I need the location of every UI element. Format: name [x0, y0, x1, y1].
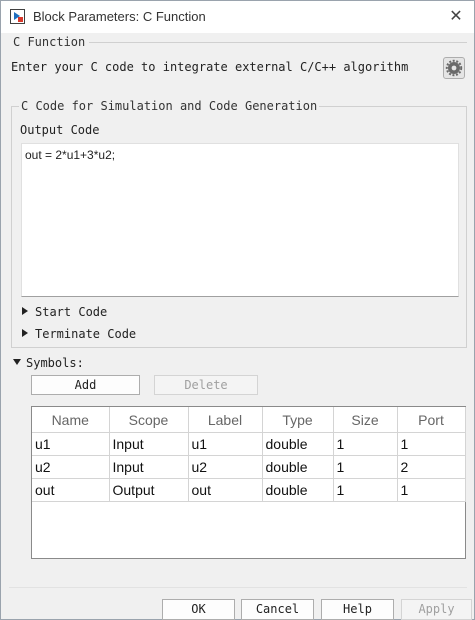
cell-size[interactable]: 1: [333, 432, 398, 456]
window-title: Block Parameters: C Function: [33, 9, 206, 24]
cell-label[interactable]: out: [188, 478, 263, 502]
cell-port[interactable]: 1: [397, 432, 466, 456]
cell-name[interactable]: u2: [32, 455, 110, 479]
delete-symbol-button[interactable]: Delete: [154, 375, 258, 395]
cell-name[interactable]: out: [32, 478, 110, 502]
table-row[interactable]: out Output out double 1 1: [32, 478, 466, 502]
cell-name[interactable]: u1: [32, 432, 110, 456]
table-header-row: Name Scope Label Type Size Port: [32, 407, 466, 433]
table-row[interactable]: u1 Input u1 double 1 1: [32, 432, 466, 456]
terminate-code-expander[interactable]: Terminate Code: [22, 327, 136, 341]
close-icon[interactable]: ✕: [446, 7, 466, 27]
block-name-divider: [89, 42, 467, 43]
block-name: C Function: [11, 35, 88, 49]
column-header-size[interactable]: Size: [333, 407, 398, 433]
footer-divider: [9, 587, 467, 588]
cell-scope[interactable]: Output: [109, 478, 189, 502]
terminate-code-label: Terminate Code: [35, 327, 137, 341]
caret-down-icon: [13, 359, 21, 365]
output-code-label: Output Code: [20, 123, 100, 137]
simulink-block-icon: [10, 9, 25, 24]
cell-type[interactable]: double: [262, 455, 334, 479]
table-row[interactable]: u2 Input u2 double 1 2: [32, 455, 466, 479]
cell-label[interactable]: u2: [188, 455, 263, 479]
caret-right-icon: [22, 307, 28, 315]
caret-right-icon: [22, 329, 28, 337]
symbols-expander[interactable]: Symbols:: [13, 356, 84, 370]
code-group-title: C Code for Simulation and Code Generatio…: [19, 99, 320, 113]
gear-icon: [445, 59, 463, 77]
cell-scope[interactable]: Input: [109, 455, 189, 479]
cell-type[interactable]: double: [262, 432, 334, 456]
column-header-port[interactable]: Port: [397, 407, 466, 433]
column-header-scope[interactable]: Scope: [109, 407, 189, 433]
dialog-window: Block Parameters: C Function ✕ C Functio…: [0, 0, 475, 620]
cell-type[interactable]: double: [262, 478, 334, 502]
cell-port[interactable]: 2: [397, 455, 466, 479]
cell-label[interactable]: u1: [188, 432, 263, 456]
column-header-type[interactable]: Type: [262, 407, 334, 433]
start-code-expander[interactable]: Start Code: [22, 305, 107, 319]
cell-scope[interactable]: Input: [109, 432, 189, 456]
settings-button[interactable]: [443, 57, 465, 79]
add-symbol-button[interactable]: Add: [31, 375, 140, 395]
cell-size[interactable]: 1: [333, 478, 398, 502]
ok-button[interactable]: OK: [162, 599, 235, 620]
help-button[interactable]: Help: [321, 599, 394, 620]
symbols-label: Symbols:: [26, 356, 84, 370]
start-code-label: Start Code: [35, 305, 108, 319]
cell-size[interactable]: 1: [333, 455, 398, 479]
block-description: Enter your C code to integrate external …: [11, 60, 409, 74]
column-header-label[interactable]: Label: [188, 407, 263, 433]
cell-port[interactable]: 1: [397, 478, 466, 502]
column-header-name[interactable]: Name: [32, 407, 110, 433]
apply-button[interactable]: Apply: [401, 599, 472, 620]
cancel-button[interactable]: Cancel: [241, 599, 314, 620]
output-code-editor[interactable]: out = 2*u1+3*u2;: [21, 143, 459, 297]
symbols-table: Name Scope Label Type Size Port u1 Input…: [31, 406, 466, 559]
title-bar[interactable]: Block Parameters: C Function ✕: [1, 1, 474, 33]
